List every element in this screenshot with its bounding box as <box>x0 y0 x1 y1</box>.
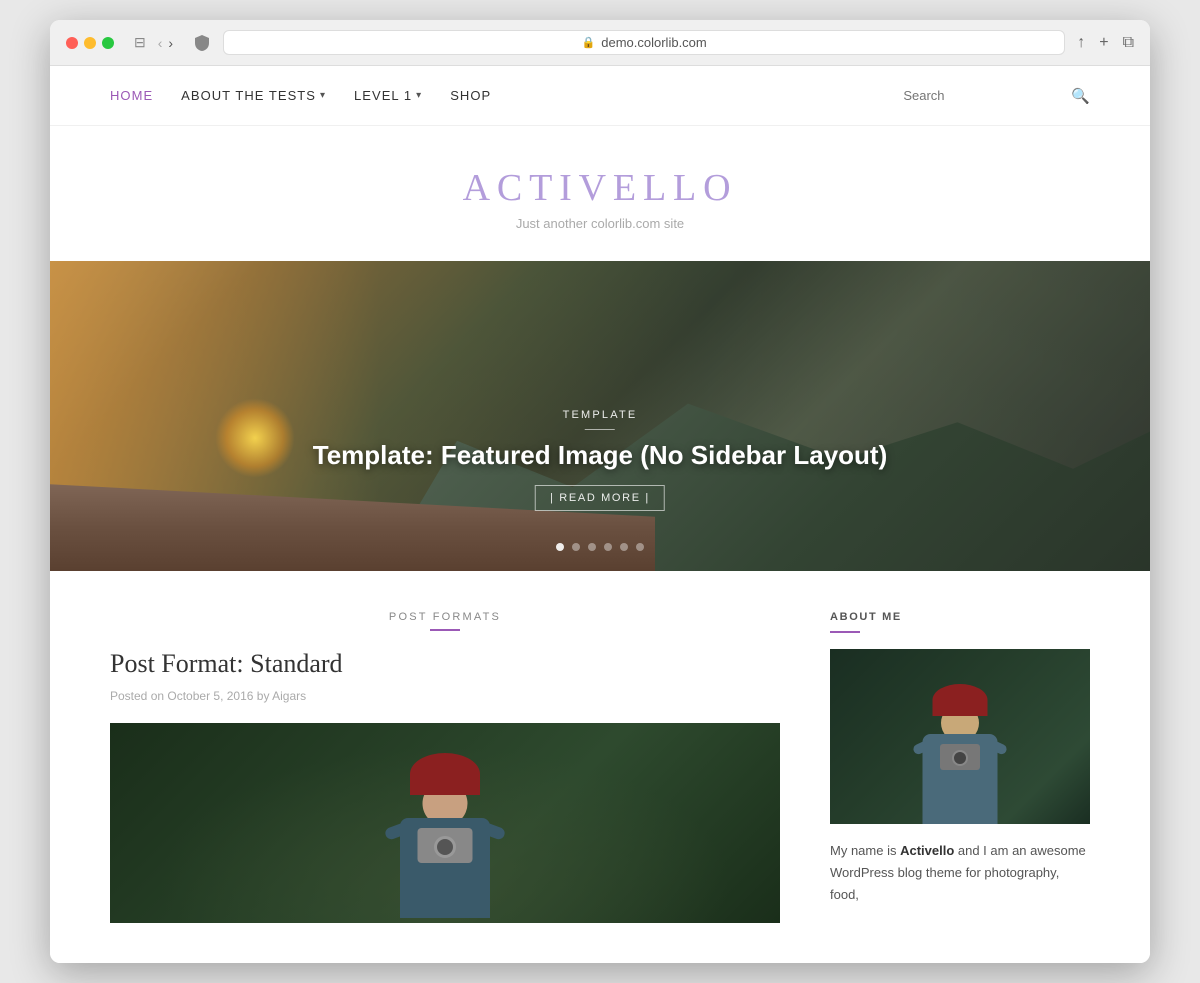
hero-category-label: TEMPLATE <box>313 409 888 421</box>
traffic-lights <box>66 37 114 49</box>
hero-dot-3[interactable] <box>588 543 596 551</box>
nav-level1[interactable]: LEVEL 1 ▾ <box>354 88 422 103</box>
site-content: HOME AboUt THE TESTS ▾ LEVEL 1 ▾ SHOP 🔍 … <box>50 66 1150 963</box>
url-text: demo.colorlib.com <box>601 35 707 50</box>
post-title[interactable]: Post Format: Standard <box>110 649 780 679</box>
search-input[interactable] <box>903 88 1063 103</box>
sidebar-area: ABOUT ME My name is <box>830 611 1090 923</box>
about-text: My name is Activello and I am an awesome… <box>830 840 1090 906</box>
hero-read-more-button[interactable]: | READ MORE | <box>535 485 665 511</box>
hero-dots <box>556 543 644 551</box>
about-text-1: My name is <box>830 843 900 858</box>
sidebar-about-image <box>830 649 1090 824</box>
hero-dot-1[interactable] <box>556 543 564 551</box>
lock-icon: 🔒 <box>582 36 596 49</box>
hero-category-line <box>585 429 615 430</box>
hero-sun <box>215 398 295 478</box>
post-meta-text: Posted on October 5, 2016 by Aigars <box>110 689 306 703</box>
browser-actions: ↑ + ⧉ <box>1077 34 1134 52</box>
post-category-underline <box>430 629 460 631</box>
hero-dot-4[interactable] <box>604 543 612 551</box>
search-area: 🔍 <box>903 87 1090 105</box>
nav-buttons: ‹ › <box>158 35 173 51</box>
site-nav: HOME AboUt THE TESTS ▾ LEVEL 1 ▾ SHOP 🔍 <box>50 66 1150 126</box>
main-content: POST FORMATS Post Format: Standard Poste… <box>50 571 1150 963</box>
chevron-down-icon: ▾ <box>416 90 422 101</box>
hero-dot-2[interactable] <box>572 543 580 551</box>
search-icon[interactable]: 🔍 <box>1071 87 1090 105</box>
maximize-button[interactable] <box>102 37 114 49</box>
hero-dot-6[interactable] <box>636 543 644 551</box>
nav-shop[interactable]: SHOP <box>450 88 491 103</box>
shield-icon <box>193 34 211 52</box>
forward-button[interactable]: › <box>168 35 173 51</box>
chevron-down-icon: ▾ <box>320 90 326 101</box>
nav-about[interactable]: AboUt THE TESTS ▾ <box>181 88 326 103</box>
about-brand: Activello <box>900 843 954 858</box>
browser-chrome: ⊟ ‹ › 🔒 demo.colorlib.com ↑ + ⧉ <box>50 20 1150 66</box>
post-category-label: POST FORMATS <box>110 611 780 623</box>
nav-home[interactable]: HOME <box>110 88 153 103</box>
back-button[interactable]: ‹ <box>158 35 163 51</box>
sidebar-toggle-icon[interactable]: ⊟ <box>134 34 146 51</box>
post-image <box>110 723 780 923</box>
sidebar-about-title: ABOUT ME <box>830 611 1090 623</box>
close-button[interactable] <box>66 37 78 49</box>
site-header: ACTIVELLO Just another colorlib.com site <box>50 126 1150 261</box>
hero-title: Template: Featured Image (No Sidebar Lay… <box>313 440 888 471</box>
new-tab-icon[interactable]: + <box>1099 34 1108 52</box>
minimize-button[interactable] <box>84 37 96 49</box>
sidebar-title-underline <box>830 631 860 633</box>
duplicate-icon[interactable]: ⧉ <box>1123 34 1134 52</box>
reload-icon[interactable]: ↑ <box>1077 34 1085 52</box>
post-meta: Posted on October 5, 2016 by Aigars <box>110 689 780 703</box>
hero-dot-5[interactable] <box>620 543 628 551</box>
site-tagline: Just another colorlib.com site <box>50 216 1150 231</box>
hero-slider: TEMPLATE Template: Featured Image (No Si… <box>50 261 1150 571</box>
nav-links: HOME AboUt THE TESTS ▾ LEVEL 1 ▾ SHOP <box>110 88 903 103</box>
site-title: ACTIVELLO <box>50 166 1150 210</box>
browser-window: ⊟ ‹ › 🔒 demo.colorlib.com ↑ + ⧉ HOME Abo… <box>50 20 1150 963</box>
posts-area: POST FORMATS Post Format: Standard Poste… <box>110 611 830 923</box>
url-bar[interactable]: 🔒 demo.colorlib.com <box>223 30 1065 55</box>
hero-content: TEMPLATE Template: Featured Image (No Si… <box>313 409 888 511</box>
